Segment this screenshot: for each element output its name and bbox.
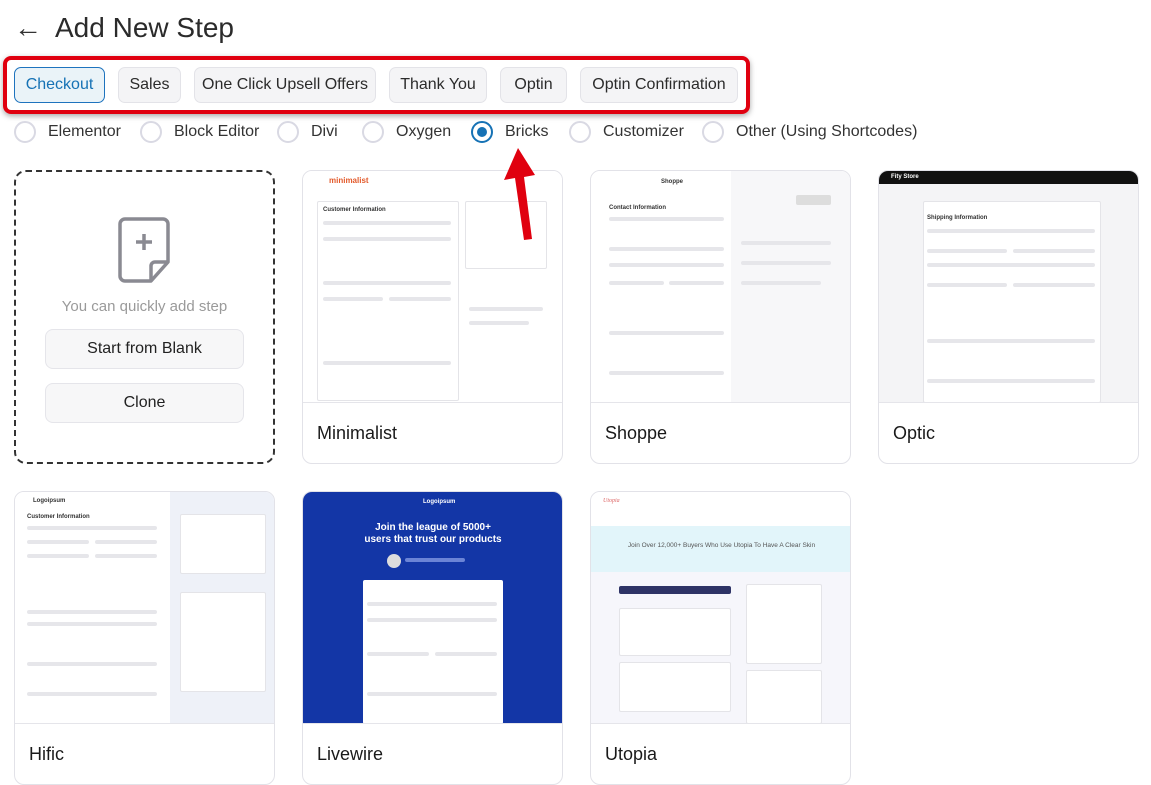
template-logo: Shoppe [661,179,683,185]
template-name: Livewire [317,744,384,764]
radio-oxygen[interactable]: Oxygen [362,121,451,143]
template-logo: Logoipsum [423,499,456,505]
template-preview: Shoppe Contact Information [591,171,850,403]
radio-circle[interactable] [14,121,36,143]
template-logo: Logoipsum [33,498,66,504]
radio-label: Other (Using Shortcodes) [736,123,918,140]
template-preview: Utopia Join Over 12,000+ Buyers Who Use … [591,492,850,724]
radio-circle[interactable] [362,121,384,143]
template-preview: Logoipsum Customer Information [15,492,274,724]
radio-circle[interactable] [277,121,299,143]
back-arrow-icon[interactable]: ← [14,12,42,44]
template-card-hific[interactable]: Logoipsum Customer Information Hific [14,491,275,785]
template-heading: Customer Information [27,514,90,520]
tab-checkout[interactable]: Checkout [14,67,105,103]
template-logo: Utopia [603,498,620,504]
tab-optin-confirmation[interactable]: Optin Confirmation [580,67,738,103]
radio-divi[interactable]: Divi [277,121,338,143]
template-heading: Join the league of 5000+ users that trus… [364,522,502,545]
radio-circle-selected[interactable] [471,121,493,143]
radio-circle[interactable] [702,121,724,143]
template-logo: Fity Store [891,174,919,180]
template-card-livewire[interactable]: Logoipsum Join the league of 5000+ users… [302,491,563,785]
radio-label: Elementor [48,123,121,140]
radio-label: Bricks [505,123,549,140]
tab-one-click-upsell[interactable]: One Click Upsell Offers [194,67,376,103]
file-plus-icon [117,217,170,283]
template-name: Optic [893,423,936,443]
radio-other-shortcodes[interactable]: Other (Using Shortcodes) [702,121,917,143]
blank-step-card: You can quickly add step Start from Blan… [14,170,275,464]
radio-elementor[interactable]: Elementor [14,121,121,143]
page-title: Add New Step [55,12,234,43]
template-card-optic[interactable]: Fity Store Shipping Information Optic [878,170,1139,464]
template-name: Minimalist [317,423,398,443]
template-heading: Contact Information [609,205,666,211]
template-card-shoppe[interactable]: Shoppe Contact Information Shoppe [590,170,851,464]
template-name: Utopia [605,744,658,764]
radio-label: Block Editor [174,123,260,140]
template-preview: Fity Store Shipping Information [879,171,1138,403]
clone-button[interactable]: Clone [45,383,244,423]
template-name: Hific [29,744,64,764]
template-name: Shoppe [605,423,668,443]
template-preview: Logoipsum Join the league of 5000+ users… [303,492,562,724]
radio-label: Customizer [603,123,684,140]
tab-thank-you[interactable]: Thank You [389,67,487,103]
radio-bricks[interactable]: Bricks [471,121,549,143]
tab-optin[interactable]: Optin [500,67,567,103]
radio-block-editor[interactable]: Block Editor [140,121,259,143]
template-logo: minimalist [329,176,369,185]
start-from-blank-button[interactable]: Start from Blank [45,329,244,369]
radio-circle[interactable] [140,121,162,143]
annotation-arrow-icon [504,148,535,240]
template-card-utopia[interactable]: Utopia Join Over 12,000+ Buyers Who Use … [590,491,851,785]
quick-add-hint: You can quickly add step [61,298,228,315]
radio-circle[interactable] [569,121,591,143]
template-heading: Join Over 12,000+ Buyers Who Use Utopia … [627,542,816,549]
radio-label: Oxygen [396,123,452,140]
radio-label: Divi [311,123,338,140]
template-heading: Shipping Information [927,215,988,221]
radio-customizer[interactable]: Customizer [569,121,684,143]
template-heading: Customer Information [323,207,386,213]
tab-sales[interactable]: Sales [118,67,181,103]
